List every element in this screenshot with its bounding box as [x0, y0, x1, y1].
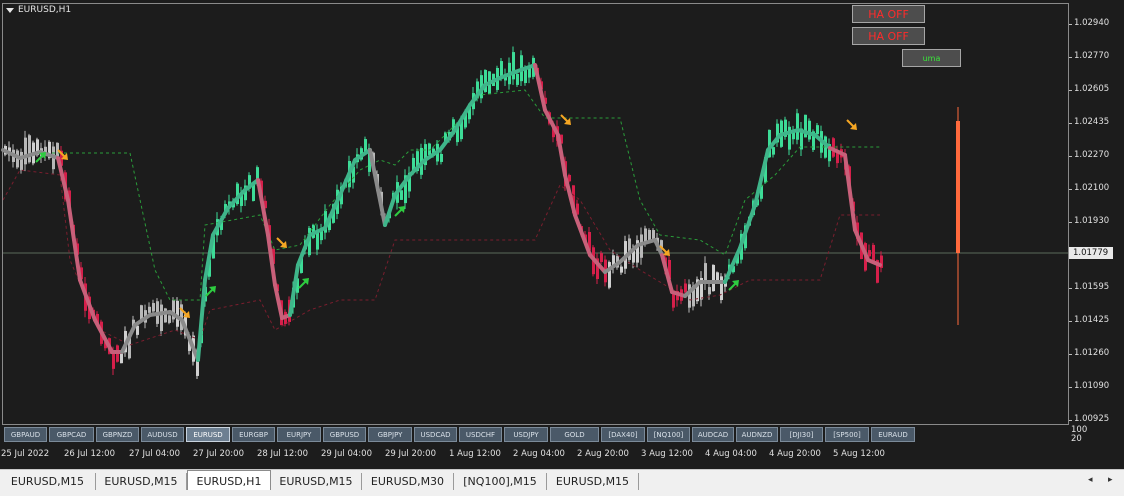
price-tick: 1.02770	[1068, 51, 1110, 61]
current-price-label: 1.01779	[1069, 247, 1113, 259]
symbol-button-eurjpy[interactable]: EURJPY	[277, 427, 321, 442]
chart-tab[interactable]: EURUSD,M15	[271, 473, 362, 490]
time-tick: 1 Aug 12:00	[449, 449, 501, 459]
symbol-button-gold[interactable]: GOLD	[550, 427, 599, 442]
symbol-button-usdjpy[interactable]: USDJPY	[504, 427, 548, 442]
price-tick: 1.02100	[1068, 183, 1110, 193]
price-tick: 1.01260	[1068, 348, 1110, 358]
time-tick: 4 Aug 20:00	[769, 449, 821, 459]
symbol-button-dax40[interactable]: [DAX40]	[601, 427, 645, 442]
chart-title-text: EURUSD,H1	[18, 5, 72, 15]
time-axis[interactable]: 25 Jul 2022 26 Jul 12:00 27 Jul 04:00 27 Ju…	[0, 449, 1069, 463]
symbol-button-eurgbp[interactable]: EURGBP	[232, 427, 275, 442]
mini-scale-bottom: 20	[1071, 434, 1082, 444]
symbol-bar: GBPAUD GBPCAD GBPNZD AUDUSD EURUSD EURGBP EURJ…	[4, 427, 915, 444]
symbol-button-euraud[interactable]: EURAUD	[871, 427, 915, 442]
time-tick: 4 Aug 04:00	[705, 449, 757, 459]
time-tick: 28 Jul 12:00	[257, 449, 308, 459]
chart-tab-bar: EURUSD,M15 EURUSD,M15 EURUSD,H1 EURUSD,M15 E…	[0, 469, 1124, 496]
chart-tab[interactable]: EURUSD,H1	[187, 470, 271, 490]
time-tick: 27 Jul 04:00	[129, 449, 180, 459]
symbol-button-audnzd[interactable]: AUDNZD	[736, 427, 778, 442]
time-tick: 29 Jul 20:00	[385, 449, 436, 459]
scroll-left-icon[interactable]: ◂	[1088, 475, 1093, 485]
uma-button[interactable]: uma	[902, 49, 961, 67]
symbol-button-usdcad[interactable]: USDCAD	[414, 427, 457, 442]
symbol-button-sp500[interactable]: [SP500]	[825, 427, 869, 442]
symbol-button-nq100[interactable]: [NQ100]	[647, 427, 690, 442]
symbol-button-gbpjpy[interactable]: GBPJPY	[368, 427, 412, 442]
symbol-button-dji30[interactable]: [DJI30]	[780, 427, 823, 442]
symbol-button-gbpusd[interactable]: GBPUSD	[323, 427, 366, 442]
chart-tab[interactable]: EURUSD,M15	[96, 473, 187, 490]
chart-tab[interactable]: [NQ100],M15	[454, 473, 547, 490]
chart-area[interactable]: EURUSD,H1 HA OFF HA OFF uma 1.02940 1.027…	[0, 0, 1124, 469]
symbol-button-audcad[interactable]: AUDCAD	[692, 427, 734, 442]
chart-tab[interactable]: EURUSD,M30	[362, 473, 454, 490]
chart-tab[interactable]: EURUSD,M15	[0, 473, 96, 490]
symbol-button-gbpaud[interactable]: GBPAUD	[4, 427, 47, 442]
price-tick: 1.01090	[1068, 381, 1110, 391]
time-tick: 5 Aug 12:00	[833, 449, 885, 459]
price-tick: 1.01595	[1068, 282, 1110, 292]
symbol-button-gbpnzd[interactable]: GBPNZD	[96, 427, 139, 442]
symbol-button-audusd[interactable]: AUDUSD	[141, 427, 184, 442]
time-tick: 25 Jul 2022	[1, 449, 50, 459]
price-tick: 1.01930	[1068, 216, 1110, 226]
price-tick: 1.02435	[1068, 117, 1110, 127]
chart-title[interactable]: EURUSD,H1	[6, 5, 71, 15]
mini-scale: 100 20	[1071, 426, 1087, 444]
time-tick: 3 Aug 12:00	[641, 449, 693, 459]
price-tick: 1.02605	[1068, 84, 1110, 94]
time-tick: 26 Jul 12:00	[64, 449, 115, 459]
ha-off-button-1[interactable]: HA OFF	[852, 5, 925, 23]
collapse-triangle-icon[interactable]	[6, 7, 14, 13]
price-tick: 1.00925	[1068, 414, 1110, 424]
price-scale[interactable]: 1.02940 1.02770 1.02605 1.02435 1.02270 1.021…	[1068, 0, 1124, 469]
time-tick: 2 Aug 20:00	[577, 449, 629, 459]
symbol-button-eurusd[interactable]: EURUSD	[186, 427, 230, 442]
ha-off-button-2[interactable]: HA OFF	[852, 27, 925, 45]
price-tick: 1.01425	[1068, 315, 1110, 325]
time-tick: 2 Aug 04:00	[513, 449, 565, 459]
scroll-right-icon[interactable]: ▸	[1108, 475, 1113, 485]
price-tick: 1.02940	[1068, 18, 1110, 28]
symbol-button-gbpcad[interactable]: GBPCAD	[49, 427, 94, 442]
symbol-button-usdchf[interactable]: USDCHF	[459, 427, 502, 442]
time-tick: 27 Jul 20:00	[193, 449, 244, 459]
time-tick: 29 Jul 04:00	[321, 449, 372, 459]
price-tick: 1.02270	[1068, 150, 1110, 160]
chart-tab[interactable]: EURUSD,M15	[547, 473, 639, 490]
